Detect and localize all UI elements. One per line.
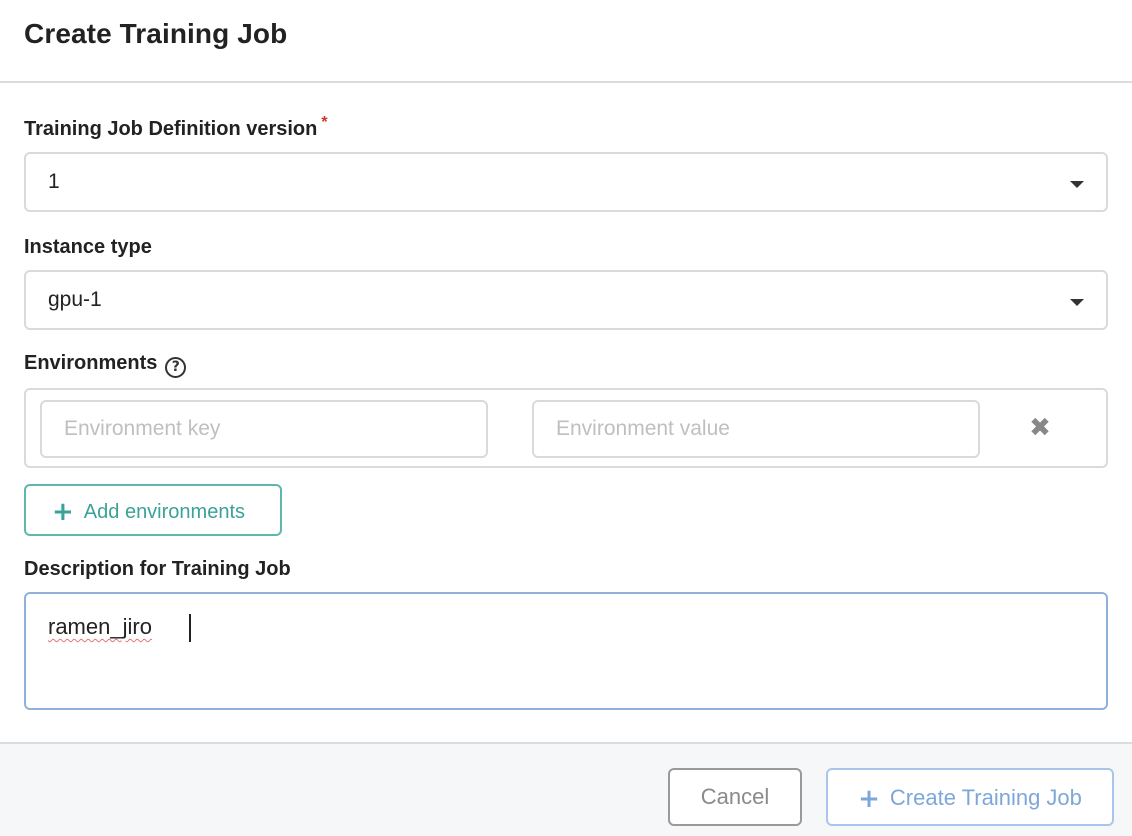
environment-row: ✖: [24, 388, 1108, 468]
plus-icon: +: [52, 497, 74, 527]
instance-type-label: Instance type: [24, 236, 152, 258]
add-environments-label: Add environments: [83, 501, 245, 523]
description-label: Description for Training Job: [24, 558, 291, 580]
help-icon[interactable]: ?: [165, 357, 187, 378]
description-value: ramen_jiro: [48, 614, 152, 639]
instance-type-select[interactable]: gpu-1: [24, 270, 1108, 330]
definition-version-label: Training Job Definition version *: [24, 114, 328, 141]
definition-version-select[interactable]: 1: [24, 152, 1108, 212]
create-training-job-label: Create Training Job: [889, 785, 1082, 810]
text-cursor: [189, 614, 191, 642]
definition-version-label-text: Training Job Definition version: [24, 118, 318, 140]
instance-type-value: gpu-1: [48, 288, 102, 311]
description-textarea[interactable]: ramen_jiro: [24, 592, 1108, 710]
close-icon[interactable]: ✖: [1026, 412, 1054, 444]
definition-version-value: 1: [48, 170, 60, 193]
environment-key-input[interactable]: [40, 400, 488, 458]
required-star: *: [321, 114, 328, 131]
cancel-button[interactable]: Cancel: [668, 768, 802, 826]
modal-footer: Cancel + Create Training Job: [0, 742, 1132, 836]
create-training-job-button[interactable]: + Create Training Job: [826, 768, 1114, 826]
environment-value-input[interactable]: [532, 400, 980, 458]
chevron-down-icon: [1070, 299, 1084, 306]
add-environments-button[interactable]: + Add environments: [24, 484, 282, 536]
chevron-down-icon: [1070, 181, 1084, 188]
environments-label-text: Environments: [24, 352, 158, 374]
plus-icon: +: [858, 784, 880, 814]
environments-label: Environments?: [24, 352, 187, 378]
modal-title: Create Training Job: [24, 18, 288, 49]
modal-header: Create Training Job: [0, 0, 1132, 83]
